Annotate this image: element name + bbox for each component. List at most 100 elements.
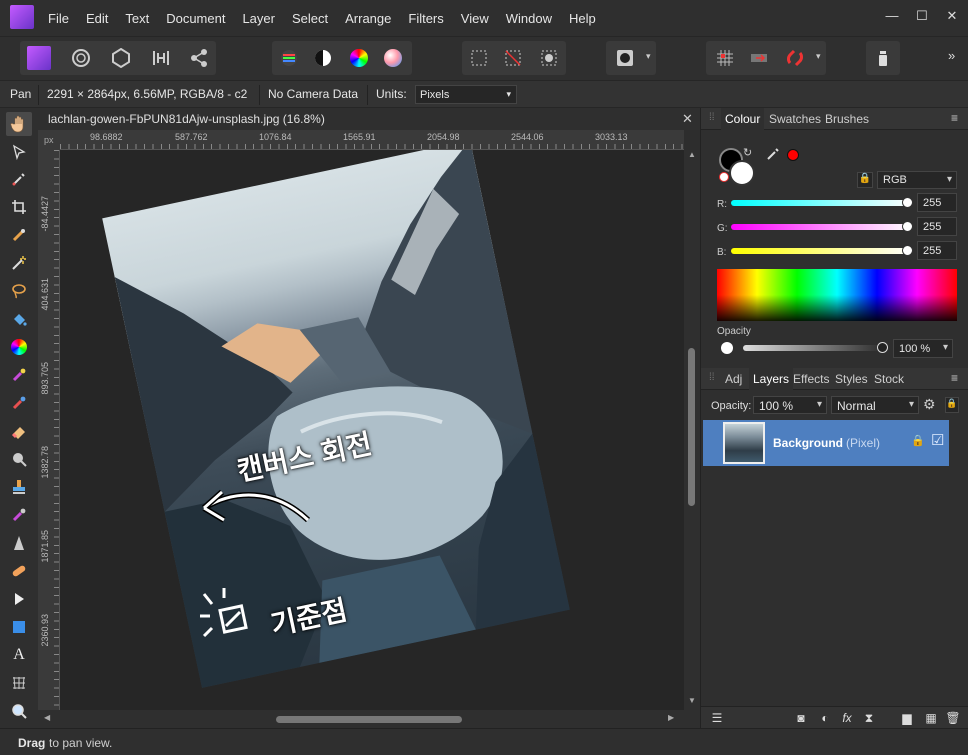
menu-view[interactable]: View [461, 11, 489, 26]
add-pixel-layer-icon[interactable]: ▦ [923, 711, 939, 725]
node-tool[interactable] [6, 587, 32, 611]
hsl-button[interactable] [342, 41, 376, 75]
tab-effects[interactable]: Effects [793, 372, 829, 386]
menu-help[interactable]: Help [569, 11, 596, 26]
color-picker-tool[interactable] [6, 167, 32, 191]
slider-g-knob[interactable] [902, 221, 913, 232]
liquify-persona-button[interactable] [64, 41, 98, 75]
erase-brush-tool[interactable] [6, 419, 32, 443]
chevron-down-icon[interactable]: ▾ [816, 51, 821, 62]
horizontal-scrollbar[interactable]: ◀ ▶ [38, 710, 700, 728]
vertical-scrollbar[interactable]: ▲ ▼ [684, 150, 700, 710]
scroll-left-arrow-icon[interactable]: ◀ [44, 713, 50, 722]
photo-persona-button[interactable] [22, 41, 56, 75]
slider-g[interactable] [731, 224, 911, 230]
layer-visibility-checkbox[interactable]: ☑ [931, 431, 944, 449]
slider-b-knob[interactable] [902, 245, 913, 256]
flood-fill-tool[interactable] [6, 307, 32, 331]
scroll-down-arrow-icon[interactable]: ▼ [688, 696, 696, 705]
tab-layers[interactable]: Layers [749, 368, 794, 390]
snapping-button[interactable] [778, 41, 812, 75]
recolor-button[interactable] [376, 41, 410, 75]
crop-tool[interactable] [6, 195, 32, 219]
eyedropper-icon[interactable] [765, 146, 781, 162]
colour-mode-select[interactable]: RGB [877, 171, 957, 189]
export-persona-button[interactable] [182, 41, 216, 75]
tab-brushes[interactable]: Brushes [825, 112, 869, 126]
menu-file[interactable]: File [48, 11, 69, 26]
freehand-selection-tool[interactable] [6, 279, 32, 303]
menu-edit[interactable]: Edit [86, 11, 108, 26]
quick-mask-button[interactable] [608, 41, 642, 75]
red-eye-tool[interactable] [6, 559, 32, 583]
menu-window[interactable]: Window [506, 11, 552, 26]
lock-icon[interactable]: 🔒 [857, 172, 873, 188]
colour-spectrum[interactable] [717, 269, 957, 321]
value-b-input[interactable]: 255 [917, 241, 957, 260]
rectangle-tool[interactable] [6, 615, 32, 639]
no-color-icon[interactable] [719, 172, 729, 182]
grid-button[interactable] [708, 41, 742, 75]
levels-button[interactable] [272, 41, 306, 75]
slider-r-knob[interactable] [902, 197, 913, 208]
selection-brush-tool[interactable] [6, 223, 32, 247]
minimize-button[interactable]: — [882, 8, 902, 24]
swap-colors-icon[interactable]: ↻ [743, 146, 752, 159]
canvas[interactable]: 캔버스 회전 기준점 [60, 150, 684, 710]
paint-brush-tool[interactable] [6, 363, 32, 387]
document-tab[interactable]: lachlan-gowen-FbPUN81dAjw-unsplash.jpg (… [38, 108, 700, 130]
artistic-text-tool[interactable]: A [6, 643, 32, 667]
opacity-slider-knob[interactable] [877, 342, 888, 353]
blend-mode-select[interactable]: Normal [831, 396, 919, 414]
view-tool[interactable] [6, 112, 32, 136]
opacity-slider[interactable] [743, 345, 879, 351]
slider-r[interactable] [731, 200, 911, 206]
tab-styles[interactable]: Styles [835, 372, 868, 386]
toolbar-overflow-button[interactable]: » [948, 48, 955, 63]
preferences-button[interactable] [866, 41, 900, 75]
blemish-removal-tool[interactable] [6, 503, 32, 527]
layer-row-background[interactable]: Background (Pixel) 🔒 ☑ [703, 420, 949, 466]
value-g-input[interactable]: 255 [917, 217, 957, 236]
tab-adjustments[interactable]: Adj [725, 372, 742, 386]
develop-persona-button[interactable] [104, 41, 138, 75]
adjustment-layer-icon[interactable]: ◐ [817, 711, 833, 725]
gradient-tool[interactable] [6, 335, 32, 359]
flood-select-tool[interactable] [6, 251, 32, 275]
value-r-input[interactable]: 255 [917, 193, 957, 212]
menu-layer[interactable]: Layer [242, 11, 275, 26]
mesh-warp-tool[interactable] [6, 671, 32, 695]
lock-icon[interactable]: 🔒 [911, 434, 925, 447]
units-select[interactable]: Pixels ▾ [415, 85, 517, 104]
folder-icon[interactable]: ▆ [899, 711, 915, 725]
live-filter-icon[interactable]: ⧗ [861, 711, 877, 725]
menu-text[interactable]: Text [125, 11, 149, 26]
white-balance-button[interactable] [306, 41, 340, 75]
close-button[interactable]: ✕ [942, 8, 962, 24]
invert-selection-button[interactable] [532, 41, 566, 75]
sharpen-tool[interactable] [6, 531, 32, 555]
layers-stack-icon[interactable]: ☰ [709, 711, 725, 725]
zoom-tool[interactable] [6, 699, 32, 723]
menu-filters[interactable]: Filters [408, 11, 443, 26]
move-tool[interactable] [6, 140, 32, 164]
line-color-swatch[interactable] [729, 160, 755, 186]
panel-menu-icon[interactable]: ≡ [951, 111, 958, 125]
scroll-up-arrow-icon[interactable]: ▲ [688, 150, 696, 159]
lock-icon[interactable]: 🔒 [945, 397, 959, 413]
menu-select[interactable]: Select [292, 11, 328, 26]
tab-stock[interactable]: Stock [874, 372, 904, 386]
vertical-scroll-thumb[interactable] [688, 348, 695, 506]
fx-icon[interactable]: fx [839, 711, 855, 725]
maximize-button[interactable]: ☐ [912, 8, 932, 24]
slider-b[interactable] [731, 248, 911, 254]
deselect-button[interactable] [496, 41, 530, 75]
menu-document[interactable]: Document [166, 11, 225, 26]
dodge-brush-tool[interactable] [6, 447, 32, 471]
mask-layer-icon[interactable]: ◙ [793, 711, 809, 725]
panel-menu-icon[interactable]: ≡ [951, 371, 958, 385]
gear-icon[interactable]: ⚙ [923, 396, 936, 413]
tab-colour[interactable]: Colour [721, 108, 765, 130]
scroll-right-arrow-icon[interactable]: ▶ [668, 713, 674, 722]
menu-arrange[interactable]: Arrange [345, 11, 391, 26]
